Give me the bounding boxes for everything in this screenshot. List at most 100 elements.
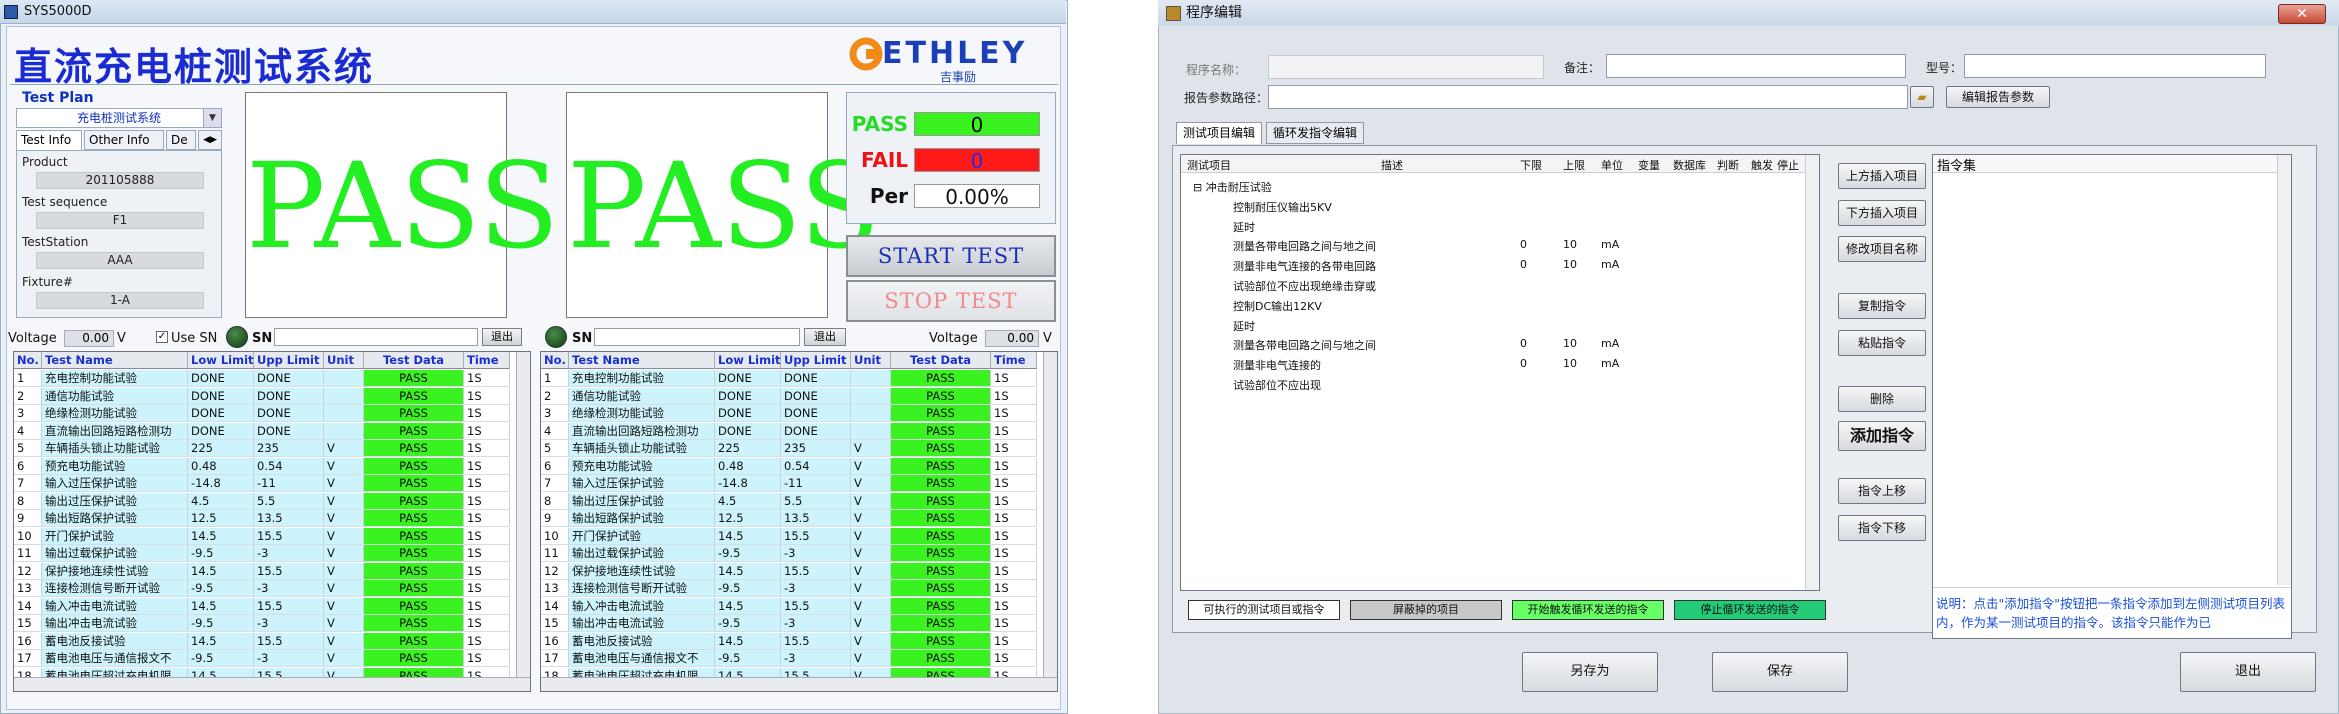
vertical-scrollbar[interactable]: [516, 352, 530, 677]
paste-command-button[interactable]: 粘贴指令: [1838, 330, 1926, 356]
tree-row[interactable]: 测量各带电回路之间与地之间: [1233, 337, 1376, 353]
results-table-right: No. Test Name Low Limit Upp Limit Unit Test D…: [540, 351, 1058, 692]
edit-report-params-button[interactable]: 编辑报告参数: [1946, 86, 2050, 108]
table-cell: 14: [14, 597, 42, 615]
table-cell: -3: [254, 545, 324, 562]
rename-item-button[interactable]: 修改项目名称: [1838, 236, 1926, 262]
result-display-left: PASS: [245, 92, 559, 318]
report-path-input[interactable]: [1268, 85, 1908, 109]
table-cell: -11: [254, 475, 324, 492]
table-cell: 1S: [991, 527, 1037, 545]
pass-rate-value: 0.00%: [914, 184, 1040, 209]
test-name-cell: 蓄电池电压与通信报文不: [569, 650, 715, 667]
stop-test-button[interactable]: STOP TEST: [846, 280, 1056, 322]
tab-scroll-arrows-icon[interactable]: ◀▶: [198, 130, 222, 150]
app-title: 直流充电桩测试系统: [14, 45, 375, 89]
sn-input-right[interactable]: [594, 328, 800, 346]
table-cell: 14.5: [188, 632, 254, 650]
tree-row[interactable]: 延时: [1233, 318, 1255, 334]
tree-row[interactable]: 测量非电气连接的: [1233, 357, 1321, 373]
test-sequence-label: Test sequence: [22, 195, 108, 209]
tree-row[interactable]: 控制耐压仪输出5KV: [1233, 199, 1332, 215]
tab-other-info[interactable]: Other Info: [84, 130, 164, 150]
tree-row[interactable]: 试验部位不应出现: [1233, 377, 1321, 393]
tree-row[interactable]: 测量非电气连接的各带电回路: [1233, 258, 1376, 274]
sn-input-left[interactable]: [274, 328, 478, 346]
tree-column-header: 变量: [1638, 159, 1660, 172]
horizontal-scrollbar[interactable]: [541, 677, 1057, 691]
table-cell: 1S: [991, 562, 1037, 580]
table-cell: 0.54: [781, 457, 851, 475]
table-cell: 1S: [464, 632, 510, 650]
save-as-button[interactable]: 另存为: [1522, 652, 1658, 692]
test-name-cell: 输入冲击电流试验: [569, 597, 715, 615]
table-cell: 1S: [464, 580, 510, 597]
vertical-scrollbar[interactable]: [1043, 352, 1057, 677]
table-cell: V: [851, 440, 891, 457]
table-cell: 235: [781, 440, 851, 457]
test-plan-select[interactable]: 充电桩测试系统 ▼: [16, 108, 222, 128]
chevron-down-icon[interactable]: ▼: [203, 109, 221, 127]
model-input[interactable]: [1964, 54, 2266, 78]
table-cell: 13.5: [781, 510, 851, 527]
move-command-down-button[interactable]: 指令下移: [1838, 515, 1926, 541]
table-cell: -14.8: [188, 475, 254, 492]
collapse-icon[interactable]: ⊟: [1193, 181, 1206, 194]
tree-row[interactable]: 控制DC输出12KV: [1233, 298, 1322, 314]
legend-item: 开始触发循环发送的指令: [1512, 600, 1664, 620]
table-cell: V: [324, 510, 364, 527]
horizontal-scrollbar[interactable]: [14, 677, 530, 691]
save-button[interactable]: 保存: [1712, 652, 1848, 692]
use-sn-checkbox[interactable]: ✓: [156, 331, 168, 343]
delete-button[interactable]: 删除: [1838, 386, 1926, 412]
tree-cell-hi: 10: [1563, 357, 1577, 371]
exit-button-right[interactable]: 退出: [804, 328, 846, 346]
add-command-button[interactable]: 添加指令: [1838, 421, 1926, 451]
folder-icon[interactable]: ▰: [1910, 86, 1934, 108]
test-data-cell: PASS: [364, 492, 464, 510]
close-icon[interactable]: ✕: [2278, 4, 2326, 24]
tree-cell-unit: mA: [1601, 337, 1620, 351]
product-value: 201105888: [36, 172, 204, 189]
tree-item-name: 冲击耐压试验: [1205, 181, 1272, 194]
program-name-input[interactable]: [1268, 55, 1544, 79]
test-data-cell: PASS: [364, 475, 464, 492]
remark-label: 备注：: [1564, 61, 1601, 75]
table-cell: -3: [781, 650, 851, 667]
tree-row[interactable]: 延时: [1233, 219, 1255, 235]
table-cell: 1S: [464, 405, 510, 422]
insert-above-button[interactable]: 上方插入项目: [1838, 163, 1926, 189]
table-cell: V: [851, 632, 891, 650]
insert-below-button[interactable]: 下方插入项目: [1838, 200, 1926, 226]
table-cell: 0.48: [715, 457, 781, 475]
tab-test-info[interactable]: Test Info: [16, 130, 82, 150]
tab-de[interactable]: De: [166, 130, 196, 150]
table-cell: 1S: [464, 440, 510, 457]
table-cell: DONE: [715, 387, 781, 405]
table-cell: 1S: [464, 457, 510, 475]
command-set-scrollbar[interactable]: [2277, 155, 2291, 585]
test-data-cell: PASS: [891, 370, 991, 387]
start-test-button[interactable]: START TEST: [846, 235, 1056, 277]
table-cell: 14.5: [715, 527, 781, 545]
move-command-up-button[interactable]: 指令上移: [1838, 478, 1926, 504]
table-cell: 3: [541, 405, 569, 422]
table-cell: 2: [14, 387, 42, 405]
tree-row[interactable]: 试验部位不应出现绝缘击穿或: [1233, 278, 1376, 294]
tree-row[interactable]: ⊟ 冲击耐压试验: [1193, 179, 1272, 195]
exit-button[interactable]: 退出: [2180, 652, 2316, 692]
table-cell: 14.5: [188, 597, 254, 615]
voltage-value-right: 0.00: [985, 330, 1039, 347]
report-path-label: 报告参数路径：: [1184, 91, 1269, 105]
tree-row[interactable]: 测量各带电回路之间与地之间: [1233, 238, 1376, 254]
table-cell: 15.5: [781, 632, 851, 650]
tab-loop-command-edit[interactable]: 循环发指令编辑: [1266, 122, 1365, 144]
tree-scrollbar[interactable]: [1805, 155, 1819, 590]
copy-command-button[interactable]: 复制指令: [1838, 293, 1926, 319]
instruction-note: 说明：点击"添加指令"按钮把一条指令添加到左侧测试项目列表内，作为某一测试项目的…: [1933, 587, 2291, 639]
tab-test-item-edit[interactable]: 测试项目编辑: [1176, 122, 1263, 144]
table-cell: 15.5: [781, 562, 851, 580]
table-cell: [851, 405, 891, 422]
exit-button-left[interactable]: 退出: [482, 328, 522, 346]
remark-input[interactable]: [1606, 54, 1906, 78]
